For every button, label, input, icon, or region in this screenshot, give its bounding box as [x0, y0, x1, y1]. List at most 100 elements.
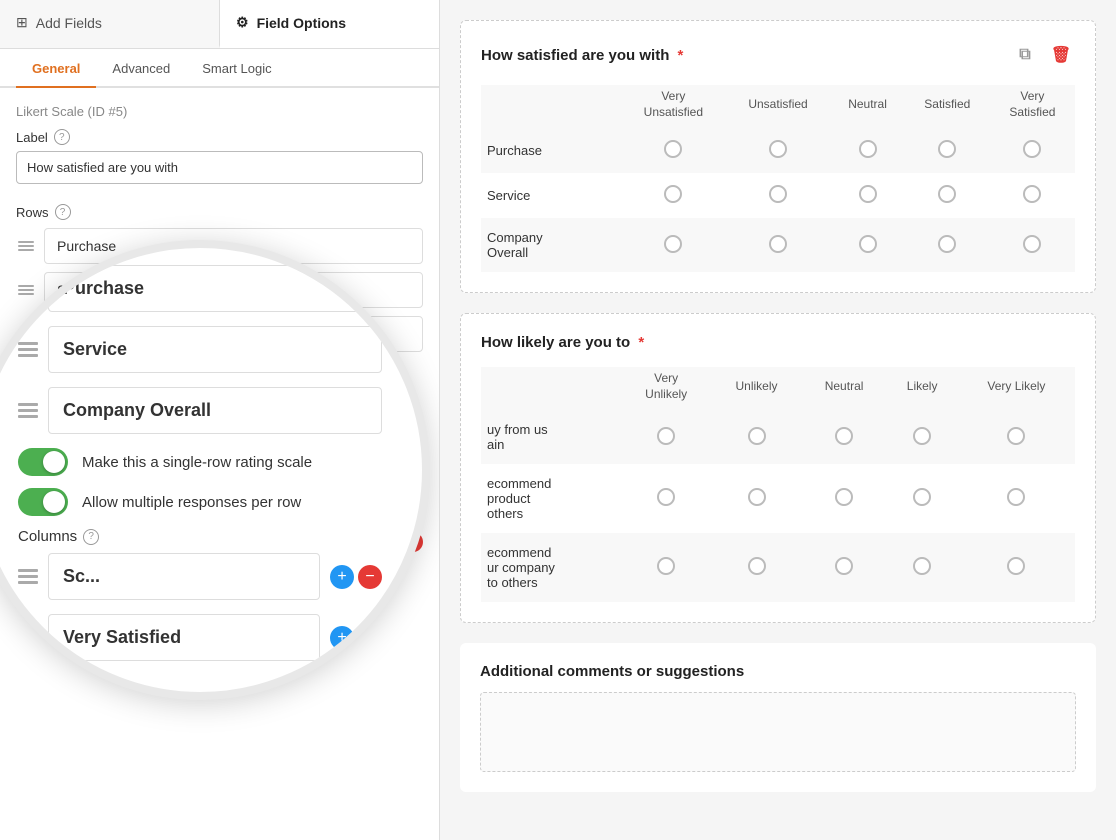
tab-field-options[interactable]: ⚙ Field Options [220, 0, 439, 48]
likelihood-r2-c0[interactable] [621, 533, 711, 602]
likelihood-required: * [638, 334, 644, 351]
mag-row-input-2[interactable] [48, 326, 382, 373]
additional-comments-label: Additional comments or suggestions [480, 663, 1076, 680]
satisfaction-r0-c3[interactable] [905, 128, 990, 173]
satisfaction-question-text: How satisfied are you with * [481, 47, 683, 64]
satisfaction-r2-c1[interactable] [726, 218, 831, 272]
likelihood-r0-c1[interactable] [711, 410, 801, 464]
mag-col-input-vs[interactable] [48, 614, 320, 661]
label-help-icon[interactable]: ? [54, 129, 70, 145]
mag-drag-col[interactable] [18, 569, 38, 584]
likelihood-r1-c1[interactable] [711, 464, 801, 533]
likelihood-r0-c3[interactable] [886, 410, 957, 464]
comment-box[interactable] [480, 692, 1076, 772]
satisfaction-r2-c0[interactable] [621, 218, 726, 272]
likelihood-table: VeryUnlikely Unlikely Neutral Likely Ver… [481, 367, 1075, 602]
satisfaction-row-1: Service [481, 173, 1075, 218]
rows-help-icon[interactable]: ? [55, 204, 71, 220]
mag-col-remove-btn[interactable]: − [358, 565, 382, 589]
likelihood-r0-c4[interactable] [958, 410, 1075, 464]
satisfaction-r1-c2[interactable] [830, 173, 904, 218]
satisfaction-col-4: VerySatisfied [990, 85, 1075, 128]
satisfaction-r1-c3[interactable] [905, 173, 990, 218]
satisfaction-required: * [678, 47, 684, 64]
mag-row-input-3[interactable] [48, 387, 382, 434]
mag-toggle-2: Allow multiple responses per row [18, 488, 382, 516]
satisfaction-r2-c2[interactable] [830, 218, 904, 272]
mag-toggle-switch-1[interactable] [18, 448, 68, 476]
grid-icon: ⊞ [16, 14, 28, 31]
mag-row-3 [18, 387, 382, 434]
label-text: Label [16, 130, 48, 145]
likelihood-r2-c2[interactable] [802, 533, 887, 602]
drag-handle-1[interactable] [16, 237, 36, 255]
mag-drag-2[interactable] [18, 342, 38, 357]
likelihood-r2-c1[interactable] [711, 533, 801, 602]
likelihood-r1-c3[interactable] [886, 464, 957, 533]
satisfaction-r1-c0[interactable] [621, 173, 726, 218]
sub-tabs: General Advanced Smart Logic [0, 49, 439, 88]
tab-add-fields[interactable]: ⊞ Add Fields [0, 0, 220, 48]
top-tabs: ⊞ Add Fields ⚙ Field Options [0, 0, 439, 49]
likelihood-r2-c3[interactable] [886, 533, 957, 602]
field-type-label: Likert Scale [16, 104, 84, 119]
mag-col-vs: + − [18, 614, 382, 661]
mag-row-2 [18, 326, 382, 373]
likelihood-col-1: Unlikely [711, 367, 801, 410]
mag-drag-3[interactable] [18, 403, 38, 418]
mag-col-add-btn[interactable]: + [330, 565, 354, 589]
mag-toggle-switch-2[interactable] [18, 488, 68, 516]
satisfaction-col-0: VeryUnsatisfied [621, 85, 726, 128]
likelihood-r1-c0[interactable] [621, 464, 711, 533]
satisfaction-r2-c4[interactable] [990, 218, 1075, 272]
likelihood-r1-c4[interactable] [958, 464, 1075, 533]
tab-general[interactable]: General [16, 49, 96, 88]
left-panel: ⊞ Add Fields ⚙ Field Options General Adv… [0, 0, 440, 840]
likelihood-row-0: uy from usain [481, 410, 1075, 464]
drag-handle-2[interactable] [16, 281, 36, 299]
satisfaction-row-0-label: Purchase [481, 128, 621, 173]
field-id-number: (ID #5) [88, 104, 128, 119]
tab-field-options-label: Field Options [257, 15, 346, 31]
label-input[interactable] [16, 151, 423, 184]
magnifier-content: Make this a single-row rating scale Allo… [0, 265, 422, 675]
satisfaction-col-3: Satisfied [905, 85, 990, 128]
satisfaction-r0-c2[interactable] [830, 128, 904, 173]
mag-toggle-label-1: Make this a single-row rating scale [82, 454, 312, 471]
likelihood-row-2: ecommendur companyto others [481, 533, 1075, 602]
likelihood-r1-c2[interactable] [802, 464, 887, 533]
satisfaction-table: VeryUnsatisfied Unsatisfied Neutral Sati… [481, 85, 1075, 272]
likelihood-col-empty [481, 367, 621, 410]
likelihood-r0-c2[interactable] [802, 410, 887, 464]
satisfaction-row-2-label: CompanyOverall [481, 218, 621, 272]
question-icons: ⧉ 🗑 [1011, 41, 1075, 69]
mag-col-input-partial[interactable] [48, 553, 320, 600]
likelihood-r2-c4[interactable] [958, 533, 1075, 602]
satisfaction-col-2: Neutral [830, 85, 904, 128]
mag-columns-help[interactable]: ? [83, 529, 99, 545]
tab-add-fields-label: Add Fields [36, 15, 102, 31]
tab-advanced[interactable]: Advanced [96, 49, 186, 88]
satisfaction-col-1: Unsatisfied [726, 85, 831, 128]
likelihood-col-4: Very Likely [958, 367, 1075, 410]
satisfaction-r0-c4[interactable] [990, 128, 1075, 173]
satisfaction-r1-c1[interactable] [726, 173, 831, 218]
satisfaction-r2-c3[interactable] [905, 218, 990, 272]
likelihood-col-3: Likely [886, 367, 957, 410]
label-row: Label ? [16, 129, 423, 145]
satisfaction-row-0: Purchase [481, 128, 1075, 173]
mag-columns-text: Columns [18, 528, 77, 545]
delete-icon[interactable]: 🗑 [1047, 41, 1075, 69]
copy-icon[interactable]: ⧉ [1011, 41, 1039, 69]
tab-smart-logic[interactable]: Smart Logic [186, 49, 287, 88]
satisfaction-row-1-label: Service [481, 173, 621, 218]
satisfaction-r0-c1[interactable] [726, 128, 831, 173]
satisfaction-r1-c4[interactable] [990, 173, 1075, 218]
likelihood-row-1: ecommendproductothers [481, 464, 1075, 533]
likelihood-r0-c0[interactable] [621, 410, 711, 464]
likelihood-col-0: VeryUnlikely [621, 367, 711, 410]
rows-text: Rows [16, 205, 49, 220]
likelihood-section: How likely are you to * VeryUnlikely Unl… [460, 313, 1096, 623]
likelihood-row-2-label: ecommendur companyto others [481, 533, 621, 602]
satisfaction-r0-c0[interactable] [621, 128, 726, 173]
